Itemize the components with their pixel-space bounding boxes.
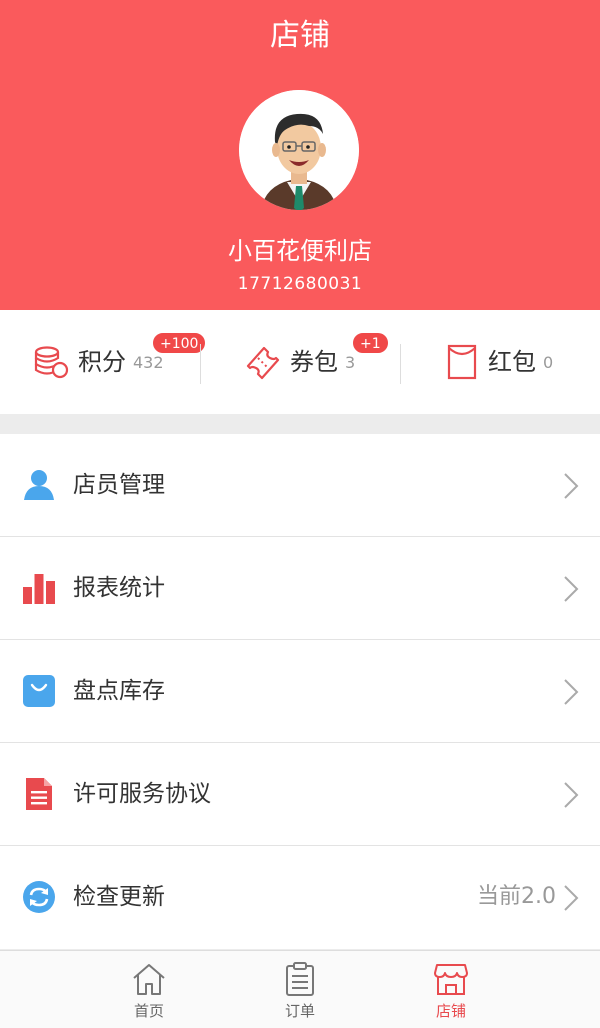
chevron-right-icon [564,782,579,808]
chevron-right-icon [564,679,579,705]
chevron-right-icon [564,473,579,499]
stat-count: 432 [133,353,164,372]
store-icon [434,964,468,995]
clipboard-icon [286,962,314,996]
stat-label: 红包 [488,348,536,376]
menu-item-inventory[interactable]: 盘点库存 [0,640,600,743]
menu-item-staff[interactable]: 店员管理 [0,434,600,537]
chevron-right-icon [564,576,579,602]
menu-item-license[interactable]: 许可服务协议 [0,743,600,846]
profile-header: 店铺 小百花便利店 17712680031 [0,0,600,310]
stat-red-envelope[interactable]: 红包 0 [400,310,600,414]
red-envelope-icon [447,344,477,380]
user-icon [24,470,54,500]
menu-label: 店员管理 [73,472,165,498]
menu-label: 盘点库存 [73,678,165,704]
bag-icon [23,675,55,707]
bar-chart-icon [23,574,55,604]
stat-badge: +1 [352,332,389,354]
stat-label: 积分 [78,348,126,376]
coupon-icon [246,346,280,380]
tab-store[interactable]: 店铺 [391,951,511,1028]
menu-label: 许可服务协议 [73,781,211,807]
chevron-right-icon [564,885,579,911]
stat-count: 0 [543,353,554,372]
tab-home[interactable]: 首页 [89,951,209,1028]
document-icon [26,778,52,810]
menu-item-check-update[interactable]: 检查更新 当前2.0 [0,846,600,949]
stat-coupons[interactable]: 券包 3 +1 [200,310,400,414]
store-phone: 17712680031 [237,274,363,294]
tab-label: 订单 [284,1002,315,1020]
page-title: 店铺 [270,18,330,53]
stat-points[interactable]: 积分 432 +100 [0,310,207,414]
avatar-illustration [239,90,359,210]
tab-label: 首页 [133,1002,164,1020]
bottom-tab-bar: 首页 订单 店铺 [0,950,600,1028]
menu-label: 检查更新 [73,884,165,910]
stat-label: 券包 [290,348,338,376]
menu-item-reports[interactable]: 报表统计 [0,537,600,640]
stats-bar: 积分 432 +100 券包 3 +1 红包 0 [0,310,600,414]
tab-label: 店铺 [435,1002,466,1020]
stat-badge: +100 [152,332,207,354]
stat-count: 3 [345,353,356,372]
refresh-icon [23,881,55,913]
store-name: 小百花便利店 [228,237,372,265]
home-icon [133,964,165,995]
tab-orders[interactable]: 订单 [240,951,360,1028]
avatar[interactable] [239,90,359,210]
coins-icon [34,346,69,379]
version-label: 当前2.0 [477,884,556,909]
menu-label: 报表统计 [73,575,165,601]
settings-menu: 店员管理 报表统计 盘点库存 许可服务协议 检查更新 当前2.0 [0,434,600,949]
